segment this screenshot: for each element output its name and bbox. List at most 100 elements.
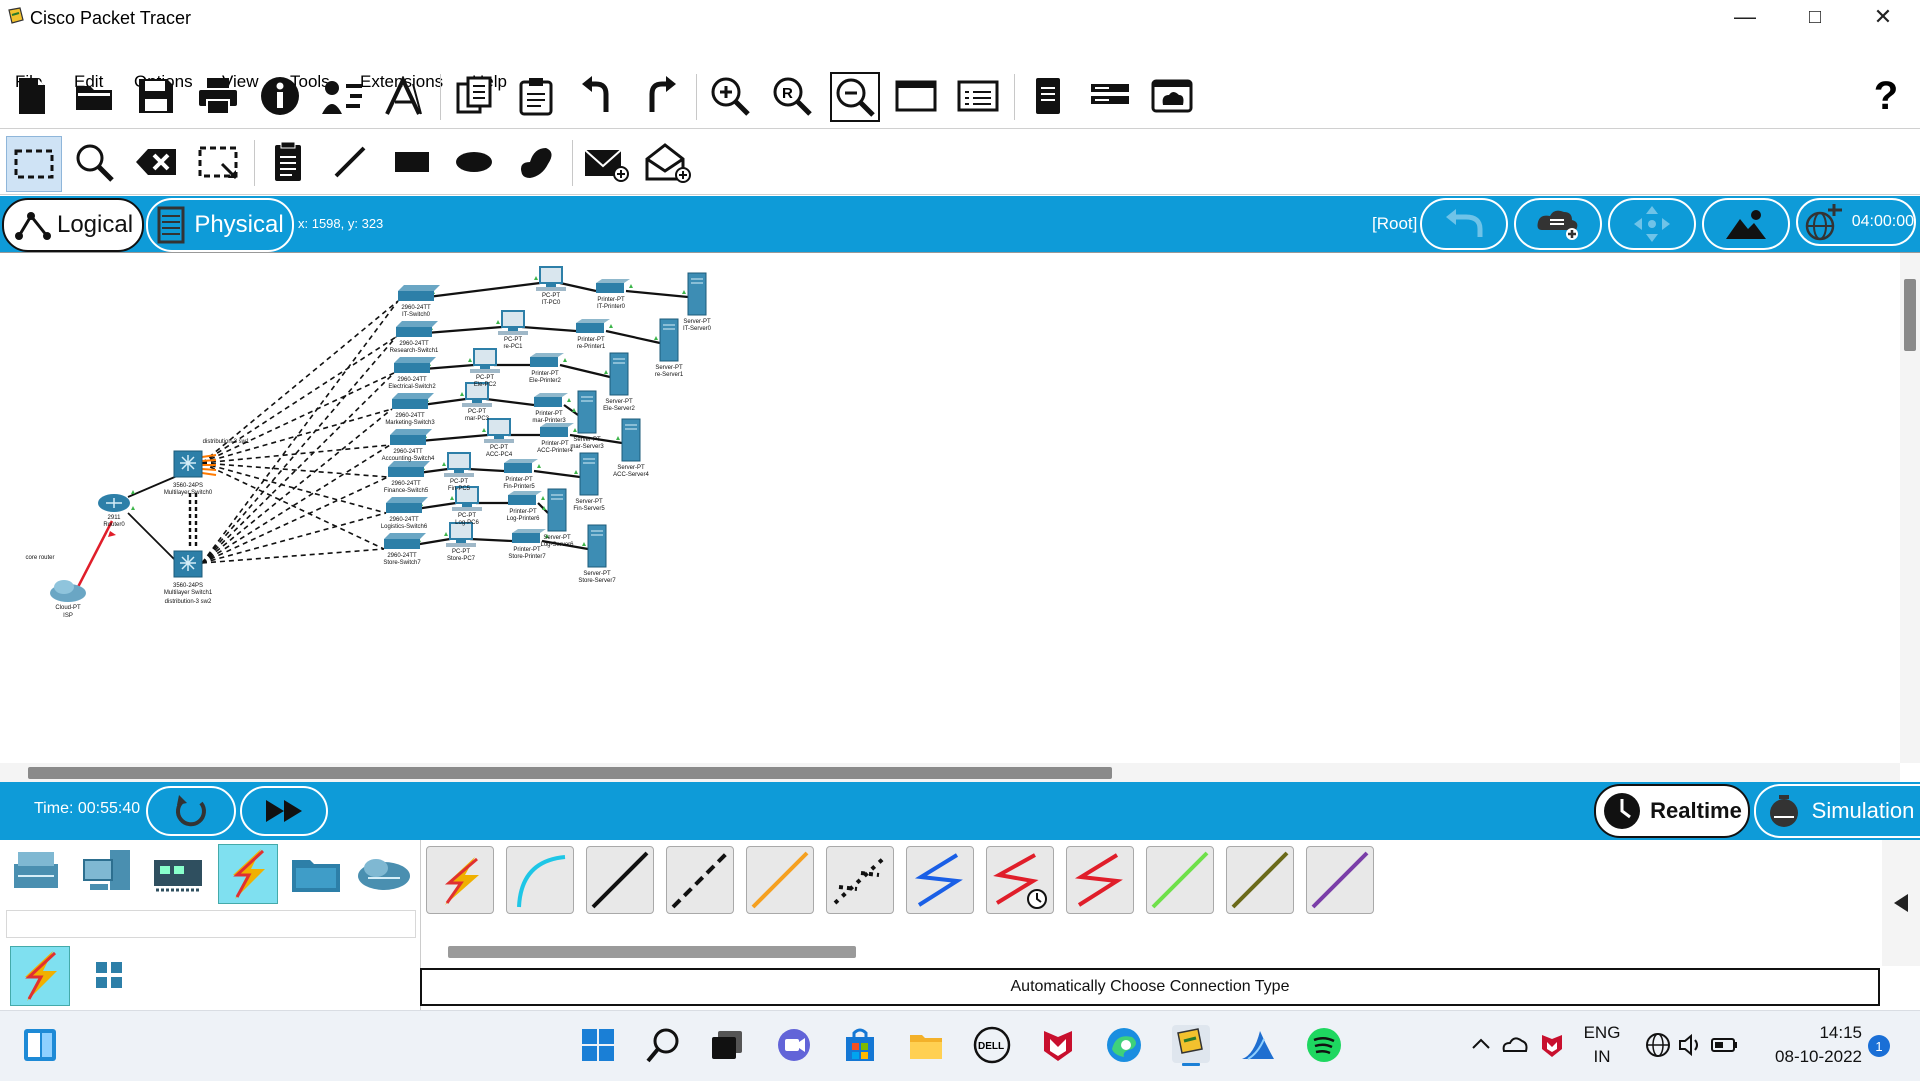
search-icon[interactable] — [644, 1025, 684, 1065]
horizontal-scroll-thumb[interactable] — [28, 767, 1112, 779]
minimize-button[interactable]: — — [1710, 0, 1780, 34]
delete-icon[interactable] — [132, 138, 180, 186]
new-file-icon[interactable] — [8, 72, 56, 120]
cloud-view-icon[interactable] — [1148, 72, 1196, 120]
task-view-icon[interactable] — [708, 1025, 748, 1065]
network-wizard-icon[interactable] — [318, 72, 366, 120]
usb-cable-icon[interactable] — [1306, 846, 1374, 914]
serial-dce-icon[interactable] — [986, 846, 1054, 914]
print-icon[interactable] — [194, 72, 242, 120]
shark-app-icon[interactable] — [1238, 1025, 1278, 1065]
serial-dte-icon[interactable] — [1066, 846, 1134, 914]
realtime-tab[interactable]: Realtime — [1594, 784, 1750, 838]
end-devices-icon[interactable] — [80, 846, 136, 902]
select-icon[interactable] — [6, 136, 62, 192]
view-bar: Logical Physical x: 1598, y: 323 [Root] … — [0, 196, 1920, 252]
move-object-button[interactable] — [1608, 198, 1696, 250]
miscellaneous-icon[interactable] — [288, 846, 344, 902]
edge-icon[interactable] — [1104, 1025, 1144, 1065]
inspect-icon[interactable] — [70, 138, 118, 186]
pdu-list-icon[interactable] — [1024, 72, 1072, 120]
info-icon[interactable] — [256, 72, 304, 120]
freeform-icon[interactable] — [512, 138, 560, 186]
vertical-scroll-thumb[interactable] — [1904, 279, 1916, 351]
packet-tracer-taskbar-icon[interactable] — [1170, 1023, 1212, 1067]
battery-icon[interactable] — [1710, 1031, 1740, 1059]
zoom-in-icon[interactable] — [706, 72, 754, 120]
copper-cross-over-icon[interactable] — [666, 846, 734, 914]
access-switch-6 — [386, 497, 428, 503]
logical-workspace[interactable]: core router Cloud-PT ISP 2911 Router0 distrib… — [0, 252, 1920, 783]
save-icon[interactable] — [132, 72, 180, 120]
paste-icon[interactable] — [512, 72, 560, 120]
switch-name-label: Accounting-Switch4 — [382, 456, 435, 462]
undo-icon[interactable] — [574, 72, 622, 120]
console-cable-icon[interactable] — [506, 846, 574, 914]
power-cycle-button[interactable] — [146, 786, 236, 836]
back-button[interactable] — [1420, 198, 1508, 250]
connection-list-scrollbar[interactable] — [448, 946, 856, 958]
simulation-tab[interactable]: Simulation — [1754, 784, 1920, 838]
copper-straight-through-icon[interactable] — [586, 846, 654, 914]
dell-icon[interactable]: DELL — [972, 1025, 1012, 1065]
note-icon[interactable] — [264, 138, 312, 186]
octal-cable-icon[interactable] — [1146, 846, 1214, 914]
onedrive-icon[interactable] — [1500, 1031, 1528, 1059]
zoom-reset-icon[interactable]: R — [768, 72, 816, 120]
clock-time[interactable]: 14:15 — [1758, 1023, 1862, 1043]
logical-tab[interactable]: Logical — [2, 198, 144, 252]
line-icon[interactable] — [326, 138, 374, 186]
add-complex-pdu-icon[interactable] — [644, 138, 692, 186]
notification-badge[interactable]: 1 — [1868, 1035, 1890, 1057]
panel-collapse-button[interactable] — [1882, 840, 1920, 966]
zoom-out-icon[interactable] — [830, 72, 880, 122]
store-icon[interactable] — [840, 1025, 880, 1065]
viewport-time-button[interactable]: 04:00:00 — [1796, 198, 1916, 246]
file-explorer-icon[interactable] — [906, 1025, 946, 1065]
physical-tab[interactable]: Physical — [146, 198, 294, 252]
ellipse-icon[interactable] — [450, 138, 498, 186]
mcafee-icon[interactable] — [1038, 1025, 1078, 1065]
add-simple-pdu-icon[interactable] — [582, 138, 630, 186]
start-icon[interactable] — [578, 1025, 618, 1065]
cluster-icon[interactable] — [1086, 72, 1134, 120]
volume-icon[interactable] — [1676, 1031, 1704, 1059]
fiber-icon[interactable] — [746, 846, 814, 914]
resize-icon[interactable] — [194, 138, 242, 186]
device-search-field[interactable] — [6, 910, 416, 938]
background-image-button[interactable] — [1702, 198, 1790, 250]
clock-date[interactable]: 08-10-2022 — [1752, 1047, 1862, 1067]
help-button[interactable]: ? — [1862, 72, 1910, 120]
redo-icon[interactable] — [636, 72, 684, 120]
mcafee-tray-icon[interactable] — [1538, 1031, 1566, 1059]
maximize-button[interactable]: □ — [1780, 0, 1850, 34]
coaxial-cable-icon[interactable] — [906, 846, 974, 914]
chat-icon[interactable] — [774, 1025, 814, 1065]
new-cluster-button[interactable] — [1514, 198, 1602, 250]
widgets-icon[interactable] — [20, 1025, 60, 1065]
copy-icon[interactable] — [450, 72, 498, 120]
open-folder-icon[interactable] — [70, 72, 118, 120]
multiuser-icon[interactable] — [354, 846, 414, 902]
language-top[interactable]: ENG — [1580, 1023, 1624, 1043]
spotify-icon[interactable] — [1304, 1025, 1344, 1065]
fast-forward-button[interactable] — [240, 786, 328, 836]
grid-view-icon[interactable] — [92, 958, 126, 992]
automatic-connection-icon[interactable] — [426, 846, 494, 914]
phone-cable-icon[interactable] — [826, 846, 894, 914]
language-bottom[interactable]: IN — [1580, 1047, 1624, 1067]
rectangle-icon[interactable] — [388, 138, 436, 186]
iot-custom-cable-icon[interactable] — [1226, 846, 1294, 914]
network-globe-icon[interactable] — [1644, 1031, 1672, 1059]
network-devices-icon[interactable] — [10, 846, 66, 902]
close-button[interactable]: ✕ — [1848, 0, 1918, 34]
activity-wizard-icon[interactable] — [380, 72, 428, 120]
connections-icon[interactable] — [218, 844, 278, 904]
drawing-palette-icon[interactable] — [892, 72, 940, 120]
connections-subcategory-icon[interactable] — [10, 946, 70, 1006]
components-icon[interactable] — [150, 846, 206, 902]
vertical-scrollbar[interactable] — [1900, 253, 1920, 763]
custom-device-icon[interactable] — [954, 72, 1002, 120]
tray-chevron-up-icon[interactable] — [1470, 1033, 1492, 1055]
horizontal-scrollbar[interactable] — [0, 763, 1900, 783]
